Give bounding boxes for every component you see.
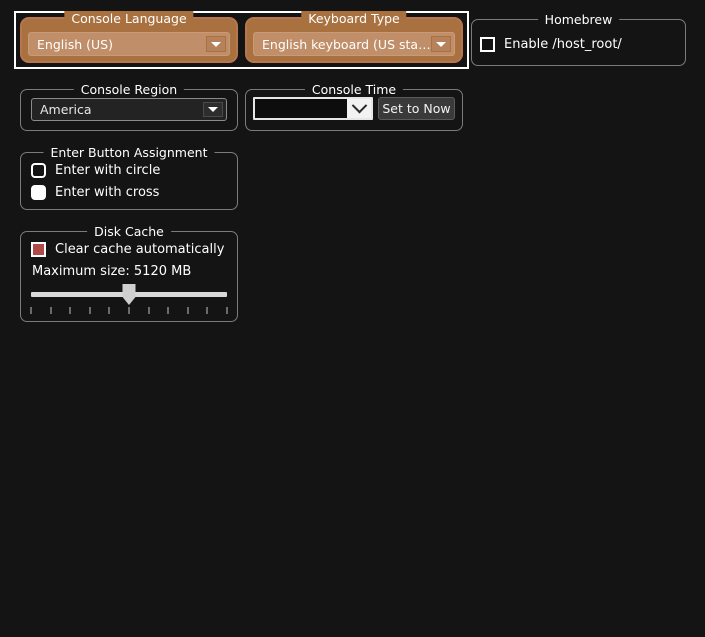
group-console-language-title: Console Language (64, 11, 194, 26)
keyboard-type-value: English keyboard (US standard) (262, 36, 431, 52)
slider-tick (108, 307, 110, 314)
system-settings-panel: { "theme": { "background": "#141414", "a… (0, 0, 705, 637)
slider-tick-marks (30, 307, 228, 315)
slider-tick (187, 307, 189, 314)
disk-cache-size-slider[interactable] (30, 284, 228, 316)
console-region-value: America (40, 102, 92, 117)
chevron-down-icon (206, 36, 226, 52)
console-time-datetime-input[interactable] (253, 97, 373, 120)
radio-enter-with-circle-label: Enter with circle (55, 163, 161, 178)
group-disk-cache-title: Disk Cache (87, 224, 171, 239)
keyboard-type-combobox[interactable]: English keyboard (US standard) (253, 32, 455, 56)
group-homebrew-title: Homebrew (537, 12, 620, 27)
slider-tick (226, 307, 228, 314)
console-language-value: English (US) (37, 36, 113, 52)
radio-indicator (31, 163, 46, 178)
group-enter-button-assignment: Enter Button Assignment (20, 145, 238, 210)
console-region-combobox[interactable]: America (31, 98, 227, 121)
group-console-region-title: Console Region (73, 82, 185, 97)
chevron-down-icon (203, 102, 223, 117)
slider-tick (167, 307, 169, 314)
slider-handle[interactable] (122, 284, 136, 305)
slider-tick (148, 307, 150, 314)
radio-enter-with-cross[interactable]: Enter with cross (31, 185, 159, 200)
radio-enter-with-circle[interactable]: Enter with circle (31, 163, 160, 178)
slider-tick (206, 307, 208, 314)
set-to-now-button[interactable]: Set to Now (378, 97, 455, 120)
group-enter-button-assignment-title: Enter Button Assignment (43, 145, 215, 160)
group-console-time-title: Console Time (304, 82, 404, 97)
radio-indicator (31, 185, 46, 200)
slider-tick (50, 307, 52, 314)
console-language-combobox[interactable]: English (US) (28, 32, 230, 56)
homebrew-enable-host-root-label: Enable /host_root/ (504, 37, 622, 52)
slider-tick (30, 307, 32, 314)
homebrew-enable-host-root-checkbox[interactable]: Enable /host_root/ (480, 37, 622, 52)
chevron-down-icon (431, 36, 451, 52)
slider-tick (69, 307, 71, 314)
clear-cache-automatically-checkbox[interactable]: Clear cache automatically (31, 242, 224, 257)
checkbox-indicator (31, 242, 46, 257)
clear-cache-automatically-label: Clear cache automatically (55, 242, 225, 257)
group-keyboard-type-title: Keyboard Type (301, 11, 407, 26)
slider-tick (128, 307, 130, 314)
maximum-size-label: Maximum size: 5120 MB (32, 264, 192, 279)
checkbox-indicator (480, 37, 495, 52)
radio-enter-with-cross-label: Enter with cross (55, 185, 160, 200)
chevron-down-icon[interactable] (347, 97, 371, 118)
slider-tick (89, 307, 91, 314)
